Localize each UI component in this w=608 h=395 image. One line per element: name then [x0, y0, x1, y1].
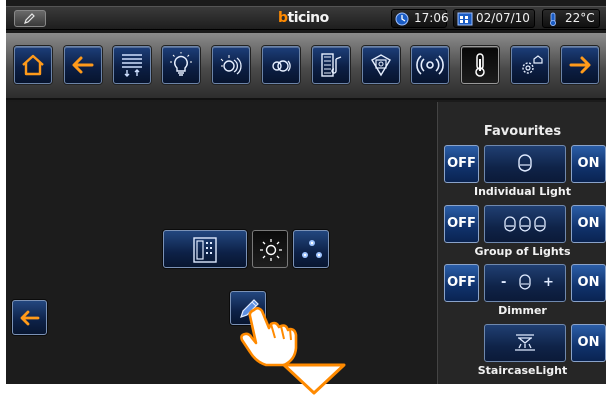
- page-back-button[interactable]: [12, 300, 47, 335]
- forward-button[interactable]: [561, 46, 599, 84]
- video-door-icon: [371, 54, 391, 77]
- scenario-alt-icon: [272, 60, 291, 72]
- clock-time: 17:06: [414, 11, 449, 25]
- gear-house-icon: [522, 55, 543, 74]
- multimedia-icon: [321, 53, 342, 77]
- back-button[interactable]: [64, 46, 102, 84]
- brand-logo: bticino: [278, 10, 329, 26]
- scene-widget[interactable]: [293, 230, 329, 268]
- clock[interactable]: 17:06: [391, 9, 449, 28]
- temperature-display[interactable]: 22°C: [542, 9, 600, 28]
- home-icon: [22, 54, 44, 76]
- staircase-light-icon: [515, 334, 535, 351]
- scenarios-2-button[interactable]: [262, 46, 300, 84]
- favourites-panel: Favourites OFF ON Individual Light OFF O…: [437, 102, 606, 384]
- sound-icon: [416, 55, 444, 75]
- group-lights-on-button[interactable]: ON: [571, 205, 606, 243]
- clock-icon: [395, 12, 409, 26]
- thermometer-icon: [475, 53, 485, 77]
- favourites-title: Favourites: [483, 124, 562, 139]
- dimmer-on-button[interactable]: ON: [571, 264, 606, 302]
- temperature-control-button[interactable]: [461, 46, 499, 84]
- touch-hand-icon: [240, 306, 298, 367]
- scroll-down-arrow-icon: [282, 363, 346, 395]
- settings-button[interactable]: [511, 46, 549, 84]
- sun-icon: [260, 239, 282, 261]
- scene-dots-icon: [302, 240, 322, 258]
- back-arrow-icon: [72, 56, 94, 74]
- back-arrow-icon: [20, 310, 40, 326]
- shutters-button[interactable]: [113, 46, 151, 84]
- staircase-light-on-button[interactable]: ON: [571, 324, 606, 362]
- function-toolbar: [6, 33, 606, 100]
- shutter-icon: [122, 54, 142, 77]
- dimmer-off-button[interactable]: OFF: [444, 264, 479, 302]
- group-lights-tile[interactable]: [484, 205, 566, 243]
- brand-logo-text: ticino: [287, 10, 330, 26]
- single-bulb-icon: [518, 154, 532, 172]
- group-lights-off-button[interactable]: OFF: [444, 205, 479, 243]
- scenario-icon: [220, 55, 242, 75]
- multimedia-button[interactable]: [312, 46, 350, 84]
- thermometer-small-icon: [550, 12, 556, 26]
- calendar-icon: [457, 12, 473, 26]
- lighting-button[interactable]: [162, 46, 200, 84]
- status-bar: bticino 17:06 02/07/10 22°C: [6, 6, 606, 30]
- intercom-icon: [193, 237, 217, 263]
- video-door-entry-button[interactable]: [362, 46, 400, 84]
- scenarios-button[interactable]: [212, 46, 250, 84]
- sound-system-button[interactable]: [411, 46, 449, 84]
- forward-arrow-icon: [569, 56, 591, 74]
- dimmer-tile[interactable]: - +: [484, 264, 566, 302]
- main-area: [6, 102, 436, 384]
- edit-mode-button[interactable]: [14, 10, 46, 27]
- dimmer-label: Dimmer: [498, 304, 547, 317]
- group-lights-label: Group of Lights: [474, 245, 571, 258]
- bulb-group-icon: [504, 216, 546, 232]
- pencil-icon: [24, 13, 35, 24]
- light-bulb-icon: [170, 52, 192, 76]
- date-value: 02/07/10: [476, 11, 530, 25]
- individual-light-label: Individual Light: [474, 185, 571, 198]
- temperature-value: 22°C: [565, 11, 595, 25]
- individual-light-tile[interactable]: [484, 145, 566, 183]
- intercom-widget[interactable]: [163, 230, 247, 268]
- dimmer-minus[interactable]: -: [501, 275, 506, 290]
- brightness-widget[interactable]: [252, 230, 288, 268]
- touchscreen: bticino 17:06 02/07/10 22°C Favourites O…: [6, 0, 606, 384]
- date-display[interactable]: 02/07/10: [453, 9, 535, 28]
- dimmer-plus[interactable]: +: [543, 275, 554, 290]
- staircase-light-tile[interactable]: [484, 324, 566, 362]
- home-button[interactable]: [14, 46, 52, 84]
- individual-light-off-button[interactable]: OFF: [444, 145, 479, 183]
- individual-light-on-button[interactable]: ON: [571, 145, 606, 183]
- brand-logo-b: b: [278, 10, 288, 26]
- staircase-light-label: StaircaseLight: [477, 364, 568, 377]
